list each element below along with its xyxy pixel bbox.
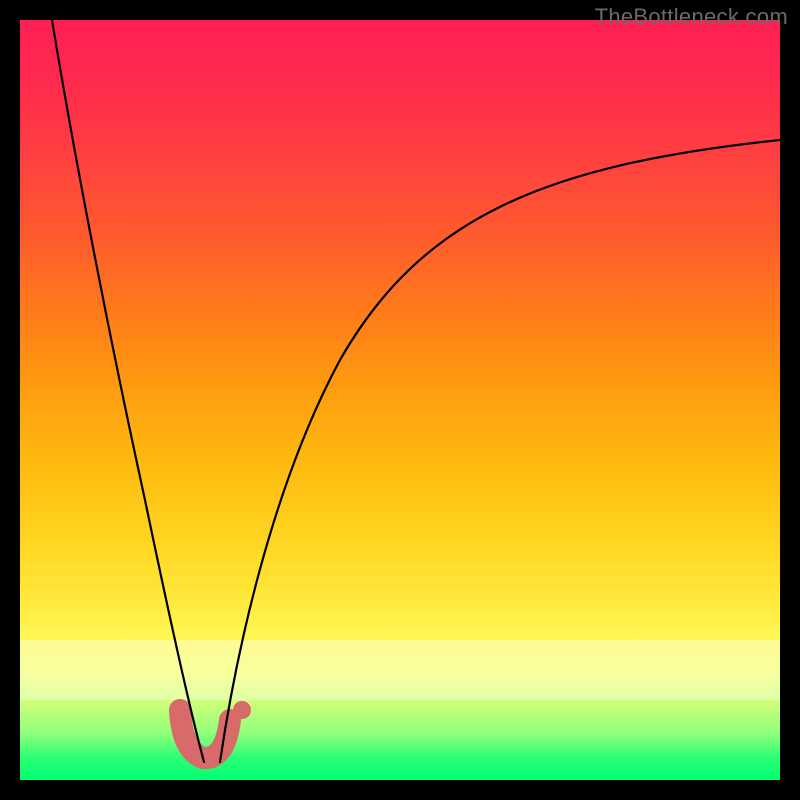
watermark-text: TheBottleneck.com	[595, 4, 788, 30]
plot-area	[20, 20, 780, 780]
right-curve	[220, 140, 780, 762]
valley-marker-dot	[233, 701, 251, 719]
curve-layer	[20, 20, 780, 780]
left-curve	[52, 20, 204, 762]
